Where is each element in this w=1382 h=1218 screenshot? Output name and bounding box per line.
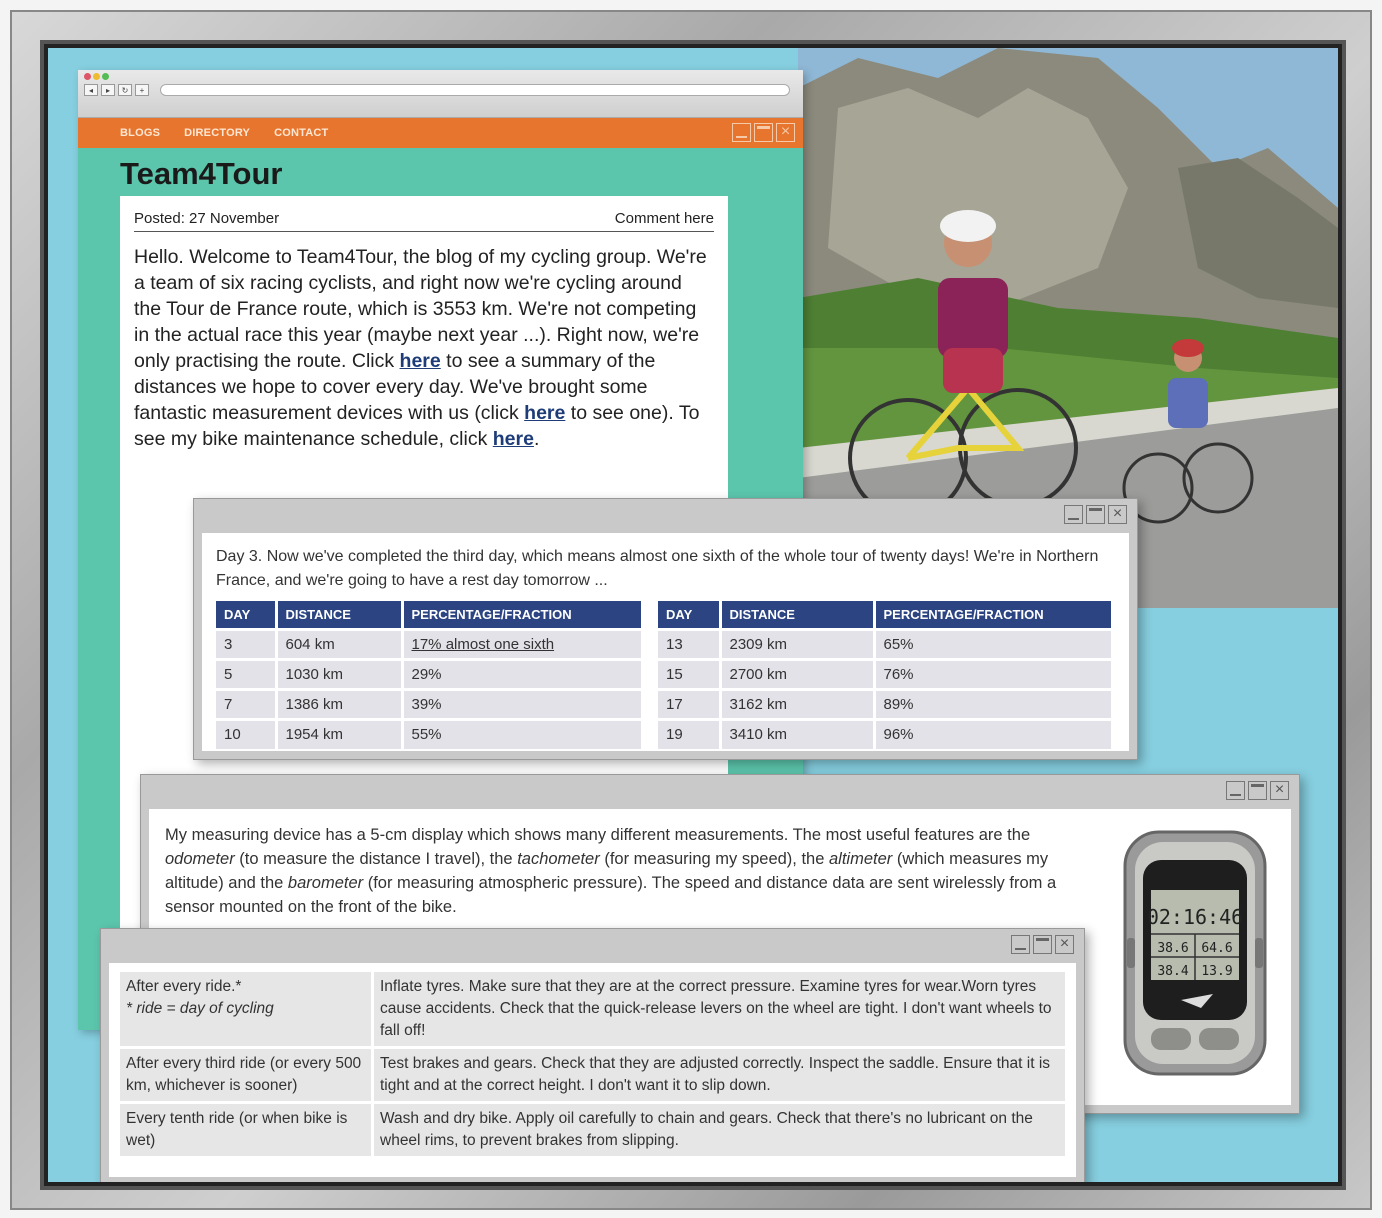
forward-icon[interactable]: ▸ [101, 84, 115, 96]
maximize-icon[interactable] [1248, 781, 1267, 800]
table-row: 19 3410 km 96% [658, 718, 1114, 749]
svg-text:38.6: 38.6 [1157, 941, 1188, 956]
site-nav: BLOGS DIRECTORY CONTACT × [78, 118, 803, 148]
table-cell: 13 [658, 628, 722, 660]
table-cell: 76% [874, 658, 1114, 690]
column-header: PERCENTAGE/FRACTION [402, 601, 644, 630]
table-cell: Wash and dry bike. Apply oil carefully t… [371, 1101, 1068, 1159]
table-cell: 29% [402, 658, 644, 690]
table-row: 15 2700 km 76% [658, 658, 1114, 690]
close-icon[interactable]: × [1055, 935, 1074, 954]
table-cell: Inflate tyres. Make sure that they are a… [371, 969, 1068, 1049]
screen: ◂ ▸ ↻ + BLOGS DIRECTORY CONTACT × Team4T… [48, 48, 1338, 1182]
comment-link[interactable]: Comment here [615, 210, 714, 227]
nav-link-blogs[interactable]: BLOGS [120, 127, 160, 139]
table-cell: 10 [216, 718, 278, 749]
maintenance-window: × After every ride.* * ride = day of cycl… [100, 928, 1085, 1182]
table-cell: 3410 km [720, 718, 876, 749]
nav-link-contact[interactable]: CONTACT [274, 127, 328, 139]
minimize-icon[interactable] [1226, 781, 1245, 800]
table-cell: 65% [874, 628, 1114, 660]
table-row: After every third ride (or every 500 km,… [117, 1046, 1068, 1104]
distances-link[interactable]: here [400, 350, 441, 372]
table-row: 7 1386 km 39% [216, 688, 644, 720]
table-cell: 3 [216, 628, 278, 660]
svg-text:38.4: 38.4 [1157, 964, 1188, 979]
table-row: 17 3162 km 89% [658, 688, 1114, 720]
maximize-icon[interactable] [1033, 935, 1052, 954]
table-row: 13 2309 km 65% [658, 628, 1114, 660]
minimize-icon[interactable] [1011, 935, 1030, 954]
new-tab-icon[interactable]: + [135, 84, 149, 96]
reload-icon[interactable]: ↻ [118, 84, 132, 96]
table-cell: 96% [874, 718, 1114, 749]
table-cell: Test brakes and gears. Check that they a… [371, 1046, 1068, 1104]
svg-text:13.9: 13.9 [1201, 964, 1232, 979]
table-row: 5 1030 km 29% [216, 658, 644, 690]
column-header: PERCENTAGE/FRACTION [874, 601, 1114, 630]
svg-text:02:16:46: 02:16:46 [1147, 905, 1243, 929]
table-cell: After every ride.* * ride = day of cyclin… [117, 969, 374, 1049]
monitor-frame: ◂ ▸ ↻ + BLOGS DIRECTORY CONTACT × Team4T… [10, 10, 1372, 1210]
table-cell: Every tenth ride (or when bike is wet) [117, 1101, 374, 1159]
table-cell: 17 [658, 688, 722, 720]
table-cell: 19 [658, 718, 722, 749]
table-cell: 1030 km [276, 658, 404, 690]
maximize-icon[interactable] [1086, 505, 1105, 524]
distances-intro: Day 3. Now we've completed the third day… [216, 548, 1099, 589]
distances-table-left: DAY DISTANCE PERCENTAGE/FRACTION 3 604 km… [216, 601, 644, 749]
column-header: DAY [216, 601, 278, 630]
table-cell: 15 [658, 658, 722, 690]
window-traffic-lights[interactable] [84, 73, 109, 80]
table-row: 3 604 km 17% almost one sixth [216, 628, 644, 660]
table-cell: 604 km [276, 628, 404, 660]
close-icon[interactable]: × [1270, 781, 1289, 800]
close-icon[interactable]: × [776, 123, 795, 142]
table-cell: After every third ride (or every 500 km,… [117, 1046, 374, 1104]
distances-window: × Day 3. Now we've completed the third d… [193, 498, 1138, 760]
table-cell: 1954 km [276, 718, 404, 749]
maintenance-link[interactable]: here [493, 428, 534, 450]
device-link[interactable]: here [524, 402, 565, 424]
post-date: Posted: 27 November [134, 210, 280, 227]
table-row: Every tenth ride (or when bike is wet) W… [117, 1101, 1068, 1159]
table-cell: 3162 km [720, 688, 876, 720]
site-title: Team4Tour [120, 156, 283, 191]
table-cell: 7 [216, 688, 278, 720]
address-bar[interactable] [160, 84, 790, 96]
table-cell: 2700 km [720, 658, 876, 690]
table-cell: 89% [874, 688, 1114, 720]
distances-table-right: DAY DISTANCE PERCENTAGE/FRACTION 13 2309 … [658, 601, 1114, 749]
bike-computer-image: 02:16:46 38.6 64.6 38.4 13.9 [1121, 828, 1269, 1078]
table-row: 10 1954 km 55% [216, 718, 644, 749]
table-cell: 1386 km [276, 688, 404, 720]
post-body: Hello. Welcome to Team4Tour, the blog of… [134, 246, 707, 450]
column-header: DAY [658, 601, 722, 630]
column-header: DISTANCE [276, 601, 404, 630]
table-cell: 2309 km [720, 628, 876, 660]
back-icon[interactable]: ◂ [84, 84, 98, 96]
table-cell: 17% almost one sixth [402, 628, 644, 660]
table-cell: 5 [216, 658, 278, 690]
table-row: After every ride.* * ride = day of cyclin… [117, 969, 1068, 1049]
column-header: DISTANCE [720, 601, 876, 630]
browser-chrome: ◂ ▸ ↻ + [78, 70, 803, 118]
close-icon[interactable]: × [1108, 505, 1127, 524]
maintenance-table: After every ride.* * ride = day of cyclin… [117, 969, 1068, 1159]
minimize-icon[interactable] [732, 123, 751, 142]
maximize-icon[interactable] [754, 123, 773, 142]
svg-text:64.6: 64.6 [1201, 941, 1232, 956]
table-cell: 39% [402, 688, 644, 720]
minimize-icon[interactable] [1064, 505, 1083, 524]
nav-link-directory[interactable]: DIRECTORY [184, 127, 250, 139]
table-cell: 55% [402, 718, 644, 749]
device-description: My measuring device has a 5-cm display w… [165, 826, 1057, 916]
monitor-bezel: ◂ ▸ ↻ + BLOGS DIRECTORY CONTACT × Team4T… [40, 40, 1346, 1190]
